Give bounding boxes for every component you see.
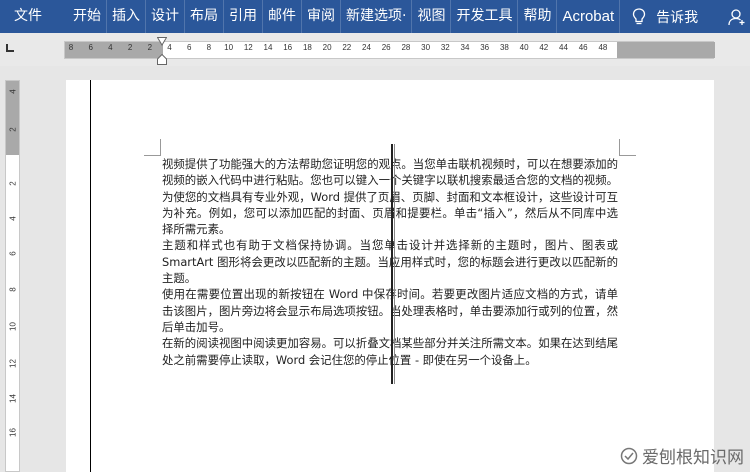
ruler-number: 44	[559, 43, 568, 52]
ruler-number: 24	[362, 43, 371, 52]
paragraph[interactable]: 视频提供了功能强大的方法帮助您证明您的观点。当您单击联机视频时，可以在想要添加的…	[162, 156, 618, 237]
ruler-right-margin	[617, 42, 715, 58]
paragraph[interactable]: 在新的阅读视图中阅读更加容易。可以折叠文档某些部分并关注所需文本。如果在达到结尾…	[162, 335, 618, 368]
ruler-number: 2	[8, 181, 18, 186]
paragraph[interactable]: 使用在需要位置出现的新按钮在 Word 中保存时间。若要更改图片适应文档的方式，…	[162, 286, 618, 335]
ruler-number: 18	[302, 43, 312, 52]
tab-developer[interactable]: 开发工具	[450, 0, 517, 33]
ruler-number: 6	[88, 43, 93, 52]
ruler-number: 22	[342, 43, 352, 52]
ruler-number: 20	[322, 43, 332, 52]
ruler-number: 12	[243, 43, 253, 52]
tab-file[interactable]: 文件	[0, 0, 54, 33]
ruler-number: 34	[460, 43, 470, 52]
tell-me-label: 告诉我	[656, 9, 699, 26]
vertical-ruler[interactable]: 4 2 2 4 6 8 10 12 14 16	[5, 80, 20, 472]
tab-acrobat[interactable]: Acrobat	[556, 0, 619, 33]
ruler-number: 8	[206, 43, 212, 52]
tab-new-options[interactable]: 新建选项·	[340, 0, 411, 33]
ruler-number: 48	[598, 43, 608, 52]
ruler-number: 38	[499, 43, 509, 52]
ruler-number: 2	[147, 43, 153, 52]
ruler-number: 4	[8, 216, 18, 221]
ruler-number: 6	[8, 251, 18, 256]
ruler-number: 28	[401, 43, 411, 52]
tab-mailings[interactable]: 邮件	[262, 0, 301, 33]
ruler-number: 4	[8, 89, 18, 94]
tab-help[interactable]: 帮助	[517, 0, 556, 33]
ruler-number: 32	[440, 43, 450, 52]
ruler-number: 14	[8, 394, 18, 403]
text-cursor-shadow-line	[394, 144, 395, 384]
ruler-number: 12	[8, 359, 18, 368]
ruler-number: 26	[381, 43, 391, 52]
ruler-number: 14	[263, 43, 273, 52]
ruler-number: 10	[224, 43, 234, 52]
tell-me-box[interactable]: 告诉我	[619, 0, 698, 33]
ruler-number: 36	[480, 43, 490, 52]
watermark-logo-icon	[620, 447, 638, 464]
tab-stop-selector-icon[interactable]	[5, 43, 15, 53]
share-button[interactable]: 共享	[728, 7, 750, 27]
crop-mark	[144, 155, 161, 156]
ruler-number: 16	[8, 428, 18, 437]
ruler-number: 42	[539, 43, 549, 52]
paragraph[interactable]: 主题和样式也有助于文档保持协调。当您单击设计并选择新的主题时，图片、图表或 Sm…	[162, 237, 618, 286]
ruler-number: 6	[186, 43, 192, 52]
ruler-number: 4	[108, 43, 113, 52]
left-indent-marker-icon[interactable]	[157, 54, 167, 65]
ruler-number: 10	[8, 322, 18, 331]
crop-mark	[619, 155, 636, 156]
tab-design[interactable]: 设计	[145, 0, 184, 33]
watermark: 爱刨根知识网	[620, 443, 744, 468]
ruler-bar: 8 6 4 2 2 4 6 8 10 12 14 16 18 20 22 24 26 28 30 32 34 36 38 40…	[0, 33, 750, 66]
tab-home[interactable]: 开始	[68, 0, 106, 33]
ruler-number: 46	[578, 43, 588, 52]
watermark-text: 爱刨根知识网	[642, 448, 744, 468]
lightbulb-icon	[633, 7, 646, 24]
crop-mark	[160, 139, 161, 155]
text-cursor-line	[391, 144, 393, 384]
ruler-number: 8	[8, 287, 18, 292]
tab-view[interactable]: 视图	[411, 0, 450, 33]
tab-layout[interactable]: 布局	[184, 0, 223, 33]
ruler-number: 8	[68, 43, 74, 52]
first-line-indent-marker-icon[interactable]	[157, 37, 167, 46]
ruler-number: 4	[167, 43, 172, 52]
tab-references[interactable]: 引用	[223, 0, 262, 33]
ruler-number: 2	[8, 127, 18, 132]
tab-insert[interactable]: 插入	[106, 0, 145, 33]
tab-review[interactable]: 审阅	[301, 0, 340, 33]
document-body[interactable]: 视频提供了功能强大的方法帮助您证明您的观点。当您单击联机视频时，可以在想要添加的…	[162, 156, 618, 368]
ruler-number: 40	[519, 43, 529, 52]
ribbon-tab-bar: 文件 开始 插入 设计 布局 引用 邮件 审阅 新建选项· 视图 开发工具 帮助…	[0, 0, 750, 33]
person-icon	[728, 8, 745, 25]
ruler-number: 30	[421, 43, 431, 52]
crop-mark	[619, 139, 620, 155]
ruler-number: 16	[283, 43, 293, 52]
page-left-edge-line	[90, 80, 91, 472]
ruler-number: 2	[127, 43, 133, 52]
